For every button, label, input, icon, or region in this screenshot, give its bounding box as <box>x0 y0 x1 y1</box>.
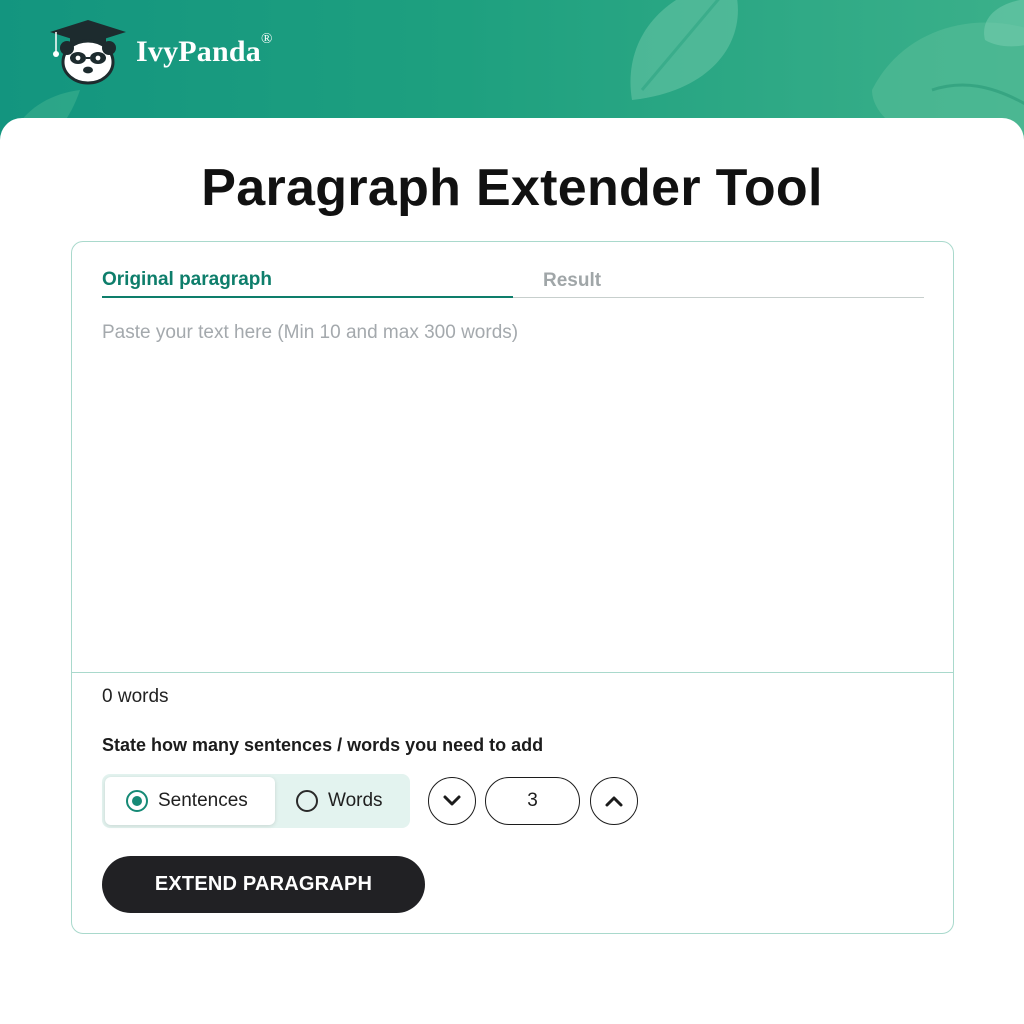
panda-graduate-icon <box>50 20 126 85</box>
leaf-decoration-icon <box>984 0 1024 47</box>
tab-original-paragraph[interactable]: Original paragraph <box>102 264 513 298</box>
brand-name-text: IvyPanda <box>136 35 261 68</box>
mode-option-label: Sentences <box>158 790 248 811</box>
mode-option-words[interactable]: Words <box>290 777 407 825</box>
chevron-up-icon <box>605 796 623 807</box>
chevron-down-icon <box>443 795 461 806</box>
brand-logo[interactable]: IvyPanda® <box>48 18 273 86</box>
tab-bar: Original paragraph Result <box>102 264 924 298</box>
amount-input[interactable] <box>485 777 580 825</box>
mode-option-sentences[interactable]: Sentences <box>105 777 275 825</box>
radio-unselected-icon <box>296 790 318 812</box>
paragraph-input[interactable] <box>72 298 953 673</box>
leaf-decoration-icon <box>630 0 738 100</box>
unit-toggle: Sentences Words <box>102 774 410 828</box>
decrease-button[interactable] <box>428 777 476 825</box>
word-counter: 0 words <box>102 686 169 707</box>
brand-name: IvyPanda® <box>136 31 273 69</box>
add-amount-label: State how many sentences / words you nee… <box>102 735 544 755</box>
tab-result[interactable]: Result <box>543 264 743 298</box>
page-title: Paragraph Extender Tool <box>201 159 823 217</box>
radio-selected-icon <box>126 790 148 812</box>
extender-tool-panel: Original paragraph Result 0 words State … <box>71 241 954 934</box>
mode-option-label: Words <box>328 790 383 811</box>
extend-paragraph-button[interactable]: EXTEND PARAGRAPH <box>102 856 425 913</box>
main-content: Paragraph Extender Tool Original paragra… <box>0 118 1024 1024</box>
increase-button[interactable] <box>590 777 638 825</box>
trademark-symbol: ® <box>260 31 273 47</box>
